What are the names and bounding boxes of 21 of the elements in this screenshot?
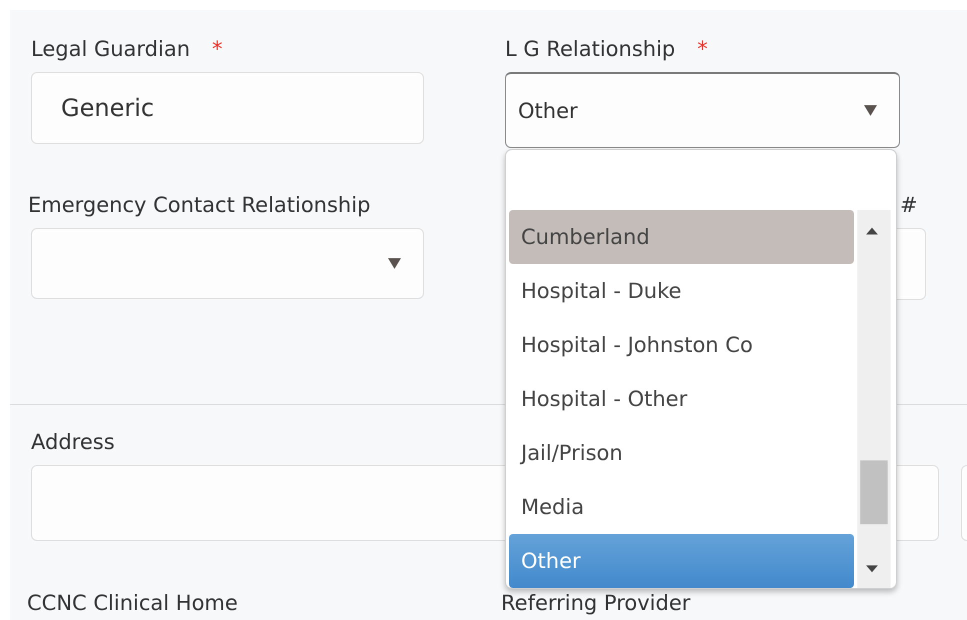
field-label: #: [900, 193, 918, 217]
field-label: Referring Provider: [501, 591, 690, 615]
field-label: Legal Guardian: [31, 37, 190, 61]
dropdown-option[interactable]: Hospital - Johnston Co: [509, 318, 854, 372]
field-label: Address: [31, 430, 115, 454]
dropdown-option[interactable]: Cumberland: [509, 210, 854, 264]
dropdown-option[interactable]: Hospital - Other: [509, 372, 854, 426]
dropdown-option[interactable]: Hospital - Duke: [509, 264, 854, 318]
required-mark: *: [697, 37, 708, 61]
caret-icon: [388, 258, 401, 269]
select-field[interactable]: Other: [505, 72, 900, 148]
dropdown-option[interactable]: Media: [509, 480, 854, 534]
required-mark: *: [212, 37, 223, 61]
scrollbar[interactable]: [857, 210, 891, 588]
caret-icon: [864, 105, 877, 116]
field-label: L G Relationship: [505, 37, 676, 61]
field-label: CCNC Clinical Home: [27, 591, 238, 615]
dropdown-option[interactable]: Jail/Prison: [509, 426, 854, 480]
select-field[interactable]: [31, 228, 424, 299]
field-label: Emergency Contact Relationship: [28, 193, 370, 217]
input-field[interactable]: Generic: [31, 72, 424, 144]
